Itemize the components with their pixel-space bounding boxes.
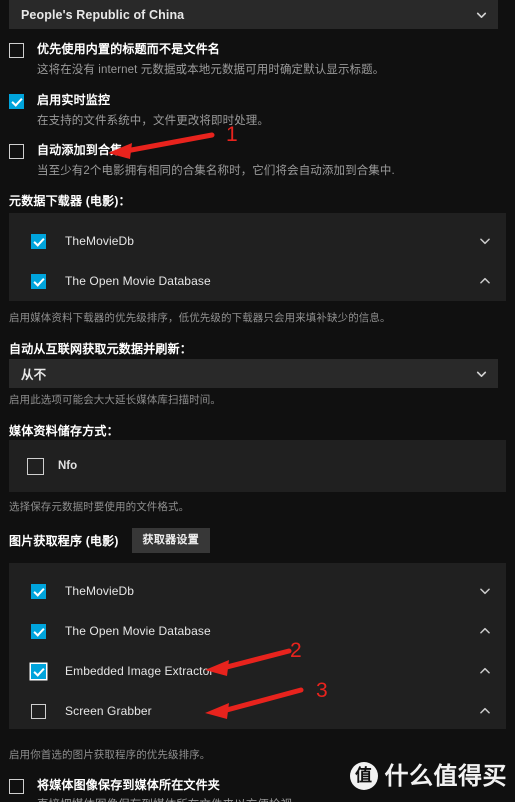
settings-page: People's Republic of China 优先使用内置的标题而不是文… <box>0 0 515 802</box>
annotation-number-1: 1 <box>226 123 238 146</box>
watermark: 值 什么值得买 <box>349 762 508 790</box>
metadata-downloaders-heading: 元数据下载器 (电影)： <box>9 194 131 208</box>
image-fetcher-label: Screen Grabber <box>65 704 152 718</box>
image-fetcher-label: TheMovieDb <box>65 584 135 598</box>
auto-refresh-hint: 启用此选项可能会大大延长媒体库扫描时间。 <box>9 394 221 406</box>
screen-grabber-checkbox[interactable] <box>31 704 46 719</box>
metadata-savers-heading: 媒体资料储存方式： <box>9 424 119 438</box>
image-fetcher-label: The Open Movie Database <box>65 624 211 638</box>
image-fetcher-row[interactable]: The Open Movie Database <box>9 611 506 651</box>
auto-refresh-value: 从不 <box>21 368 47 382</box>
save-images-to-media-folder-checkbox[interactable] <box>9 779 24 794</box>
image-fetchers-header: 图片获取程序 (电影) 获取器设置 <box>9 528 211 553</box>
image-fetcher-row[interactable]: Screen Grabber <box>9 691 506 731</box>
watermark-badge-icon: 值 <box>349 762 378 790</box>
auto-refresh-select[interactable]: 从不 <box>9 359 498 388</box>
image-fetcher-label: Embedded Image Extractor <box>65 664 214 678</box>
chevron-up-icon[interactable] <box>478 624 492 638</box>
auto-add-to-collection-checkbox[interactable] <box>9 144 24 159</box>
watermark-text: 什么值得买 <box>384 762 507 790</box>
metadata-downloader-row[interactable]: The Open Movie Database <box>9 261 506 301</box>
themoviedb-image-checkbox[interactable] <box>31 584 46 599</box>
open-movie-database-metadata-checkbox[interactable] <box>31 274 46 289</box>
metadata-downloaders-hint: 启用媒体资料下载器的优先级排序，低优先级的下载器只会用来填补缺少的信息。 <box>9 312 391 324</box>
save-images-to-media-folder-label: 将媒体图像保存到媒体所在文件夹 <box>37 778 221 792</box>
image-fetcher-row[interactable]: Embedded Image Extractor <box>9 651 506 691</box>
prefer-embedded-titles-description: 这将在没有 internet 元数据或本地元数据可用时确定默认显示标题。 <box>37 64 385 76</box>
prefer-embedded-titles-checkbox[interactable] <box>9 43 24 58</box>
country-select[interactable]: People's Republic of China <box>9 0 498 29</box>
enable-realtime-monitoring-label: 启用实时监控 <box>37 93 111 107</box>
annotation-number-3: 3 <box>316 679 328 702</box>
country-select-value: People's Republic of China <box>21 7 185 22</box>
chevron-up-icon[interactable] <box>478 274 492 288</box>
auto-add-to-collection-label: 自动添加到合集 <box>37 143 123 157</box>
metadata-downloader-row[interactable]: TheMovieDb <box>9 221 506 261</box>
chevron-down-icon[interactable] <box>478 584 492 598</box>
metadata-downloaders-panel: TheMovieDb The Open Movie Database <box>9 213 506 301</box>
metadata-downloader-label: The Open Movie Database <box>65 274 211 288</box>
metadata-downloader-label: TheMovieDb <box>65 234 135 248</box>
annotation-number-2: 2 <box>290 639 302 662</box>
auto-add-to-collection-description: 当至少有2个电影拥有相同的合集名称时，它们将会自动添加到合集中. <box>37 165 395 177</box>
chevron-down-icon <box>475 367 488 380</box>
metadata-savers-panel[interactable]: Nfo <box>9 440 506 492</box>
chevron-down-icon <box>475 8 488 21</box>
enable-realtime-monitoring-checkbox[interactable] <box>9 94 24 109</box>
image-fetchers-heading: 图片获取程序 (电影) <box>9 534 119 548</box>
open-movie-database-image-checkbox[interactable] <box>31 624 46 639</box>
metadata-savers-hint: 选择保存元数据时要使用的文件格式。 <box>9 501 190 513</box>
auto-refresh-heading: 自动从互联网获取元数据并刷新： <box>9 342 193 356</box>
fetcher-settings-button[interactable]: 获取器设置 <box>131 528 211 553</box>
option-enable-realtime-monitoring[interactable]: 启用实时监控 在支持的文件系统中，文件更改将即时处理。 <box>9 93 498 129</box>
chevron-down-icon[interactable] <box>478 234 492 248</box>
prefer-embedded-titles-label: 优先使用内置的标题而不是文件名 <box>37 42 221 56</box>
nfo-label: Nfo <box>58 460 78 472</box>
themoviedb-metadata-checkbox[interactable] <box>31 234 46 249</box>
option-prefer-embedded-titles[interactable]: 优先使用内置的标题而不是文件名 这将在没有 internet 元数据或本地元数据… <box>9 42 498 78</box>
chevron-up-icon[interactable] <box>478 664 492 678</box>
embedded-image-extractor-checkbox[interactable] <box>31 664 46 679</box>
save-images-to-media-folder-description: 直接把媒体图像保存到媒体所在文件夹以方便检视。 <box>37 797 304 802</box>
image-fetchers-hint: 启用你首选的图片获取程序的优先级排序。 <box>9 749 211 761</box>
option-auto-add-to-collection[interactable]: 自动添加到合集 当至少有2个电影拥有相同的合集名称时，它们将会自动添加到合集中. <box>9 143 498 179</box>
chevron-up-icon[interactable] <box>478 704 492 718</box>
image-fetchers-panel: TheMovieDb The Open Movie Database Embed… <box>9 563 506 729</box>
nfo-checkbox[interactable] <box>27 457 44 475</box>
image-fetcher-row[interactable]: TheMovieDb <box>9 571 506 611</box>
